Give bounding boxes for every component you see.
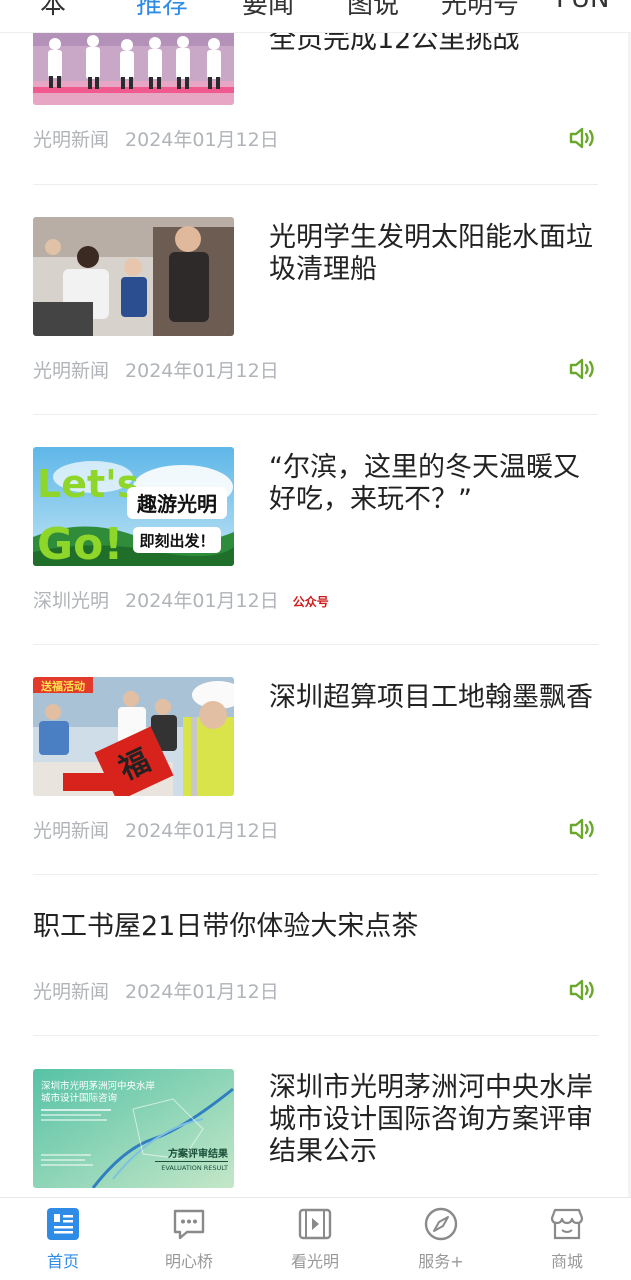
image-badge-tour: 趣游光明: [136, 492, 217, 516]
article-source: 光明新闻: [33, 129, 110, 151]
nav-mingxinqiao[interactable]: 明心桥: [144, 1206, 234, 1272]
tab-fun[interactable]: FUN: [556, 0, 609, 14]
article-meta: 光明新闻 2024年01月12日: [33, 125, 279, 152]
image-caption-go: Go!: [37, 519, 123, 566]
account-tag-badge: 公众号: [292, 595, 329, 609]
article-date: 2024年01月12日: [125, 981, 279, 1003]
video-icon: [298, 1208, 332, 1240]
audio-speaker-icon[interactable]: [568, 978, 596, 1002]
audio-speaker-icon[interactable]: [568, 357, 596, 381]
shop-icon: [550, 1208, 584, 1240]
tab-local[interactable]: 本: [40, 0, 66, 21]
article-item[interactable]: Let's Go! 趣游光明 即刻出发！ “尔滨，这里的冬天温暖又好吃，来玩不？…: [33, 447, 598, 647]
article-meta: 光明新闻 2024年01月12日: [33, 977, 279, 1004]
tab-recommend[interactable]: 推荐: [136, 0, 188, 21]
article-source: 光明新闻: [33, 981, 110, 1003]
chat-icon: [173, 1209, 205, 1240]
article-thumbnail: [33, 217, 234, 336]
compass-icon: [424, 1207, 458, 1241]
article-meta: 光明新闻 2024年01月12日: [33, 356, 279, 383]
nav-services-label: 服务+: [418, 1252, 464, 1271]
tab-headlines[interactable]: 要闻: [242, 0, 294, 21]
article-item[interactable]: 职工书屋21日带你体验大宋点茶 光明新闻 2024年01月12日: [33, 908, 598, 1038]
nav-shop-label: 商城: [550, 1252, 583, 1271]
article-date: 2024年01月12日: [125, 129, 279, 151]
article-meta: 光明新闻 2024年01月12日: [33, 816, 279, 843]
nav-home[interactable]: 首页: [18, 1206, 108, 1272]
article-item[interactable]: 光明学生发明太阳能水面垃圾清理船 光明新闻 2024年01月12日: [33, 217, 598, 417]
nav-watch-label: 看光明: [290, 1252, 339, 1271]
image-heading-line1: 深圳市光明茅洲河中央水岸: [41, 1080, 156, 1092]
image-banner-text: 送福活动: [40, 679, 85, 693]
image-heading-line2: 城市设计国际咨询: [41, 1092, 117, 1104]
article-title[interactable]: 光明学生发明太阳能水面垃圾清理船: [269, 222, 599, 286]
article-meta: 深圳光明 2024年01月12日 公众号: [33, 586, 329, 613]
article-item[interactable]: 送福活动 福 深圳超算项目工地翰墨飘香 光明新闻 2024年01月12日: [33, 677, 598, 877]
divider: [33, 644, 598, 645]
article-date: 2024年01月12日: [125, 590, 279, 612]
article-source: 光明新闻: [33, 360, 110, 382]
image-caption-lets: Let's: [37, 462, 139, 506]
nav-mingxinqiao-label: 明心桥: [164, 1252, 213, 1271]
image-result-title: 方案评审结果: [168, 1147, 229, 1160]
nav-watch-guangming[interactable]: 看光明: [270, 1206, 360, 1272]
article-title[interactable]: “尔滨，这里的冬天温暖又好吃，来玩不？”: [269, 452, 599, 516]
audio-speaker-icon[interactable]: [568, 817, 596, 841]
article-source: 光明新闻: [33, 820, 110, 842]
bottom-navigation-bar: 首页 明心桥 看光明 服务+ 商城: [0, 1197, 631, 1280]
nav-services[interactable]: 服务+: [396, 1206, 486, 1272]
divider: [33, 184, 598, 185]
tab-photo[interactable]: 图说: [347, 0, 399, 21]
article-title[interactable]: 深圳超算项目工地翰墨飘香: [269, 682, 599, 714]
article-thumbnail: 深圳市光明茅洲河中央水岸 城市设计国际咨询 方案评审结果 EVALUATION …: [33, 1069, 234, 1188]
nav-shop[interactable]: 商城: [522, 1206, 612, 1272]
image-result-subtitle: EVALUATION RESULT: [161, 1164, 228, 1172]
news-feed-page: 本 推荐 要闻 图说 光明号 FUN: [0, 0, 631, 1280]
article-thumbnail: 送福活动 福: [33, 677, 234, 796]
category-tab-bar: 本 推荐 要闻 图说 光明号 FUN: [0, 0, 631, 33]
divider: [33, 414, 598, 415]
divider: [33, 1035, 598, 1036]
article-date: 2024年01月12日: [125, 820, 279, 842]
article-date: 2024年01月12日: [125, 360, 279, 382]
audio-speaker-icon[interactable]: [568, 126, 596, 150]
news-icon: [47, 1208, 79, 1240]
tab-guangming-account[interactable]: 光明号: [441, 0, 519, 21]
image-badge-go: 即刻出发！: [139, 532, 214, 550]
article-item[interactable]: 深圳市光明茅洲河中央水岸 城市设计国际咨询 方案评审结果 EVALUATION …: [33, 1069, 598, 1199]
nav-home-label: 首页: [46, 1252, 79, 1271]
article-title[interactable]: 职工书屋21日带你体验大宋点茶: [33, 911, 598, 943]
article-title[interactable]: 深圳市光明茅洲河中央水岸城市设计国际咨询方案评审结果公示: [269, 1072, 599, 1168]
article-thumbnail: Let's Go! 趣游光明 即刻出发！: [33, 447, 234, 566]
article-source: 深圳光明: [33, 590, 110, 612]
divider: [33, 874, 598, 875]
